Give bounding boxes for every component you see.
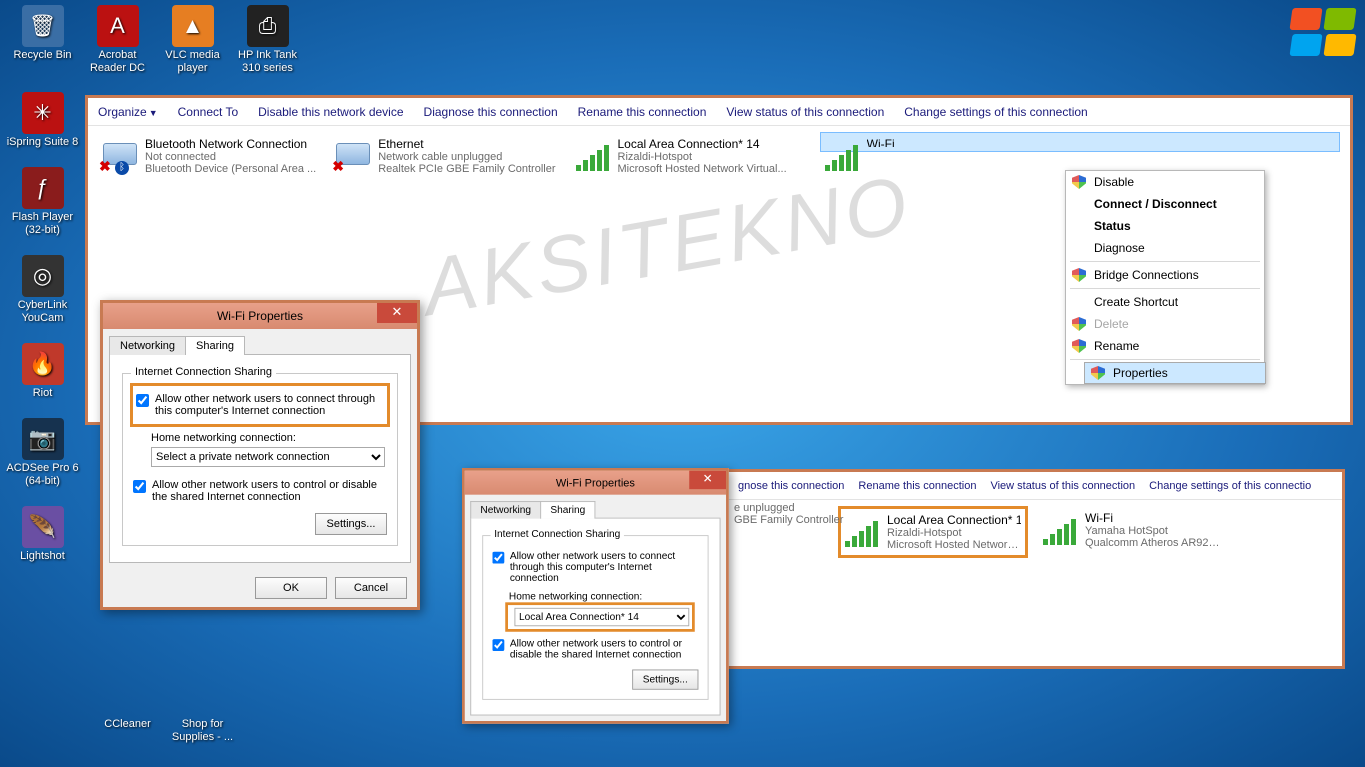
desktop-flash[interactable]: ƒFlash Player (32-bit) [5, 167, 80, 237]
ctx-diagnose[interactable]: Diagnose [1066, 237, 1264, 259]
allow-connect-checkbox[interactable]: Allow other network users to connect thr… [136, 393, 384, 417]
desktop-lightshot[interactable]: 🪶Lightshot [5, 506, 80, 563]
home-net-label: Home networking connection: [509, 591, 699, 602]
ctx-create-shortcut[interactable]: Create Shortcut [1066, 291, 1264, 313]
adapter-wifi[interactable]: Wi-FiYamaha HotSpotQualcomm Atheros AR92… [1038, 506, 1228, 558]
ics-groupbox: Internet Connection Sharing Allow other … [482, 535, 708, 700]
truncated-adapter-text: e unplugged GBE Family Controller [734, 502, 843, 526]
tb-view-status[interactable]: View status of this connection [990, 480, 1135, 492]
tb-change-settings[interactable]: Change settings of this connectio [1149, 480, 1311, 492]
home-net-highlight: Local Area Connection* 14 [505, 602, 695, 631]
dlg2-title: Wi-Fi Properties [556, 476, 635, 489]
tab-sharing[interactable]: Sharing [185, 336, 245, 355]
shield-icon [1072, 339, 1086, 353]
ctx-rename[interactable]: Rename [1066, 335, 1264, 357]
nc-toolbar: Organize▼ Connect To Disable this networ… [88, 98, 1350, 126]
nic-icon: ✖ [336, 137, 372, 173]
tb-diagnose[interactable]: gnose this connection [738, 480, 844, 492]
allow-control-input[interactable] [133, 480, 146, 493]
dlg-titlebar[interactable]: Wi-Fi Properties ✕ [103, 303, 417, 329]
desktop-vlc[interactable]: ▲VLC media player [155, 5, 230, 75]
allow-connect-input[interactable] [492, 552, 504, 564]
desktop-bottom: CCleaner Shop for Supplies - ... [90, 718, 240, 750]
tb-rename[interactable]: Rename this connection [578, 105, 707, 119]
desktop-riot[interactable]: 🔥Riot [5, 343, 80, 400]
tb-change-settings[interactable]: Change settings of this connection [904, 105, 1087, 119]
tb-diagnose[interactable]: Diagnose this connection [424, 105, 558, 119]
shield-icon [1072, 175, 1086, 189]
desktop-acrobat[interactable]: AAcrobat Reader DC [80, 5, 155, 75]
dlg-title: Wi-Fi Properties [217, 309, 303, 323]
ok-button[interactable]: OK [255, 577, 327, 599]
shield-icon [1072, 317, 1086, 331]
ctx-disable[interactable]: Disable [1066, 171, 1264, 193]
close-button[interactable]: ✕ [689, 471, 726, 489]
allow-control-checkbox[interactable]: Allow other network users to control or … [492, 638, 698, 660]
desktop-hp-ink[interactable]: ⎙HP Ink Tank 310 series [230, 5, 305, 75]
adapter-ethernet[interactable]: ✖ EthernetNetwork cable unpluggedRealtek… [331, 132, 560, 180]
home-net-label: Home networking connection: [151, 432, 387, 444]
allow-connect-input[interactable] [136, 394, 149, 407]
tab-sharing[interactable]: Sharing [540, 501, 595, 518]
allow-connect-highlight: Allow other network users to connect thr… [130, 383, 390, 427]
wifi-icon [1043, 511, 1079, 547]
tab-networking[interactable]: Networking [109, 336, 186, 355]
wifi-properties-dialog: Wi-Fi Properties ✕ Networking Sharing In… [100, 300, 420, 610]
ics-settings-button[interactable]: Settings... [632, 669, 698, 689]
wifi-icon [825, 137, 861, 173]
desktop-row: 🗑Recycle Bin AAcrobat Reader DC ▲VLC med… [5, 5, 305, 81]
tb-view-status[interactable]: View status of this connection [726, 105, 884, 119]
desktop-recycle-bin[interactable]: 🗑Recycle Bin [5, 5, 80, 75]
desktop-youcam[interactable]: ◎CyberLink YouCam [5, 255, 80, 325]
allow-connect-checkbox[interactable]: Allow other network users to connect thr… [492, 551, 698, 584]
ctx-status[interactable]: Status [1066, 215, 1264, 237]
cancel-button[interactable]: Cancel [335, 577, 407, 599]
desktop-ccleaner[interactable]: CCleaner [90, 718, 165, 744]
ctx-connect-disconnect[interactable]: Connect / Disconnect [1066, 193, 1264, 215]
shield-icon [1091, 366, 1105, 380]
tb-rename[interactable]: Rename this connection [858, 480, 976, 492]
tb-organize[interactable]: Organize▼ [98, 105, 158, 119]
shield-icon [1072, 268, 1086, 282]
wifi-icon [576, 137, 612, 173]
wifi-icon [845, 513, 881, 549]
home-net-select[interactable]: Select a private network connection [151, 447, 385, 467]
ics-settings-button[interactable]: Settings... [315, 513, 387, 535]
ics-legend: Internet Connection Sharing [131, 366, 276, 378]
dlg2-titlebar[interactable]: Wi-Fi Properties ✕ [465, 471, 726, 495]
tb-disable[interactable]: Disable this network device [258, 105, 403, 119]
adapter-bluetooth[interactable]: ✖ᛒ Bluetooth Network ConnectionNot conne… [98, 132, 321, 180]
wifi-context-menu: Disable Connect / Disconnect Status Diag… [1065, 170, 1265, 385]
close-button[interactable]: ✕ [377, 303, 417, 323]
nic-icon: ✖ᛒ [103, 137, 139, 173]
wifi-properties-dialog-2: Wi-Fi Properties ✕ Networking Sharing In… [462, 468, 729, 724]
desktop-acdsee[interactable]: 📷ACDSee Pro 6 (64-bit) [5, 418, 80, 488]
allow-control-checkbox[interactable]: Allow other network users to control or … [133, 479, 387, 503]
adapter-lac14[interactable]: Local Area Connection* 14Rizaldi-Hotspot… [838, 506, 1028, 558]
ics-groupbox: Internet Connection Sharing Allow other … [122, 373, 398, 546]
ctx-delete: Delete [1066, 313, 1264, 335]
tb-connect-to[interactable]: Connect To [178, 105, 239, 119]
ics-legend: Internet Connection Sharing [491, 529, 624, 540]
desktop-shop-supplies[interactable]: Shop for Supplies - ... [165, 718, 240, 744]
windows-logo-icon [1287, 6, 1357, 62]
adapter-wifi[interactable]: Wi-FiYamaha HotSpotQualcomm A [820, 132, 1340, 152]
allow-control-input[interactable] [492, 639, 504, 651]
desktop-ispring[interactable]: ✳iSpring Suite 8 [5, 92, 80, 149]
desktop-col: ✳iSpring Suite 8 ƒFlash Player (32-bit) … [5, 92, 80, 581]
network-connections-window-2: gnose this connection Rename this connec… [725, 469, 1345, 669]
tab-networking[interactable]: Networking [470, 501, 541, 518]
home-net-select[interactable]: Local Area Connection* 14 [514, 608, 689, 626]
ctx-properties[interactable]: Properties [1084, 362, 1266, 384]
ctx-bridge[interactable]: Bridge Connections [1066, 264, 1264, 286]
adapter-lac14[interactable]: Local Area Connection* 14Rizaldi-Hotspot… [571, 132, 792, 180]
